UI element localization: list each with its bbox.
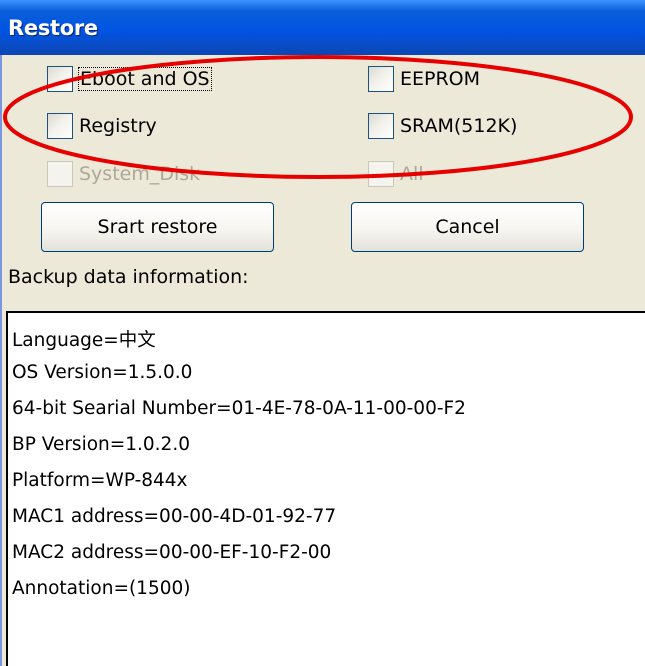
window-title: Restore: [8, 16, 98, 40]
option-all: All: [368, 158, 424, 190]
restore-window: Restore Eboot and OS EEPROM Registry SRA…: [0, 0, 645, 666]
all-label: All: [400, 163, 424, 185]
eeprom-label: EEPROM: [400, 68, 481, 90]
info-line: OS Version=1.5.0.0: [12, 362, 193, 383]
option-registry[interactable]: Registry: [47, 110, 157, 142]
backup-info-label: Backup data information:: [8, 266, 249, 288]
eboot-and-os-label: Eboot and OS: [78, 67, 212, 91]
info-line: MAC2 address=00-00-EF-10-F2-00: [12, 542, 332, 563]
option-system-disk: System_Disk: [47, 158, 200, 190]
system-disk-checkbox: [47, 161, 73, 187]
option-sram[interactable]: SRAM(512K): [368, 110, 517, 142]
info-line: BP Version=1.0.2.0: [12, 434, 190, 455]
sram-checkbox[interactable]: [368, 113, 394, 139]
eeprom-checkbox[interactable]: [368, 66, 394, 92]
cancel-button[interactable]: Cancel: [351, 202, 584, 252]
registry-checkbox[interactable]: [47, 113, 73, 139]
info-line: Platform=WP-844x: [12, 470, 188, 491]
all-checkbox: [368, 161, 394, 187]
backup-info-textbox[interactable]: Language=中文 OS Version=1.5.0.0 64-bit Se…: [6, 311, 645, 666]
window-border: [0, 55, 2, 666]
start-restore-button[interactable]: Srart restore: [41, 202, 274, 252]
info-line: Language=中文: [12, 330, 156, 351]
info-line: Annotation=(1500): [12, 578, 191, 599]
system-disk-label: System_Disk: [79, 163, 201, 185]
eboot-and-os-checkbox[interactable]: [47, 66, 73, 92]
sram-label: SRAM(512K): [400, 115, 518, 137]
option-eboot-and-os[interactable]: Eboot and OS: [47, 63, 212, 95]
info-line: MAC1 address=00-00-4D-01-92-77: [12, 506, 337, 527]
option-eeprom[interactable]: EEPROM: [368, 63, 480, 95]
title-bar[interactable]: Restore: [0, 0, 645, 55]
registry-label: Registry: [79, 115, 157, 137]
info-line: 64-bit Searial Number=01-4E-78-0A-11-00-…: [12, 398, 466, 419]
